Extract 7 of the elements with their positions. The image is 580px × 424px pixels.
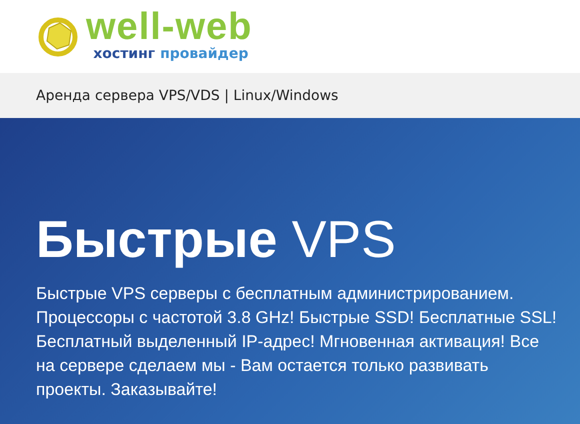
hero-title: Быстрые VPS xyxy=(36,210,397,270)
logo-icon xyxy=(38,16,78,56)
logo-tagline: провайдер xyxy=(160,46,248,62)
logo-name: well-web xyxy=(86,8,252,46)
breadcrumb: Аренда сервера VPS/VDS | Linux/Windows xyxy=(36,88,338,104)
logo-tagline: хостинг xyxy=(93,46,156,62)
hero-text: Быстрые VPS серверы с бесплатным администрированием. Процессоры с частотой 3.8 GHz! Быстрые SSD! Бесплатные SSL! Бесплатный выделенный IP-адрес! Мгновенная активация! Все на сервере сделаем мы - Вам остается только развивать проекты. Заказывайте! xyxy=(36,283,558,401)
